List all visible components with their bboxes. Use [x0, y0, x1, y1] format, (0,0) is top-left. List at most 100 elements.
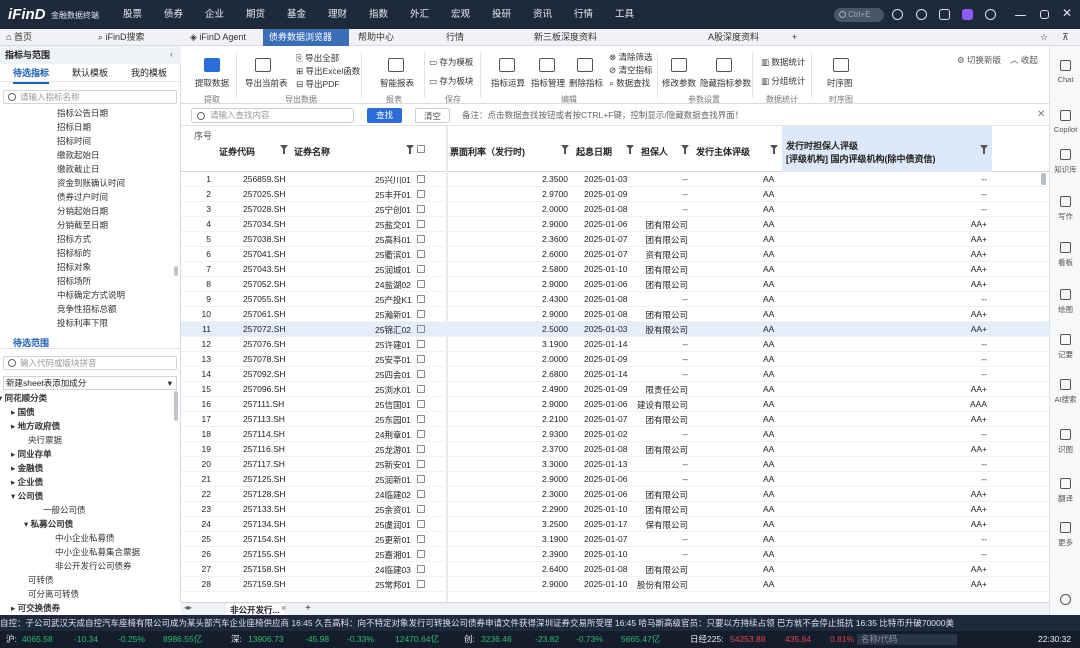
close-icon[interactable]: ✕ — [1062, 6, 1072, 20]
right-panel-item[interactable]: Chat — [1050, 60, 1080, 84]
indicator-item[interactable]: 招标日期 — [57, 121, 91, 133]
tree-item[interactable]: 中小企业私募债 — [55, 532, 115, 544]
highlight-column-header[interactable]: 发行时担保人评级 [评级机构] 国内评级机构(除中债资信) — [782, 126, 992, 172]
checkbox-icon[interactable] — [417, 400, 425, 408]
edit-params-button[interactable]: 修改参数 — [662, 77, 696, 89]
checkbox-icon[interactable] — [417, 520, 425, 528]
table-row[interactable]: 22 257128.SH 24临建02 2.3000 2025-01-06 团有限公司 AA… — [181, 487, 1049, 502]
indicator-item[interactable]: 中标确定方式说明 — [57, 289, 125, 301]
tree-item[interactable]: ▾ 同花顺分类 — [0, 392, 47, 404]
col-name-header[interactable]: 证券名称 — [294, 145, 330, 158]
range-title[interactable]: 待选范围 — [13, 336, 49, 349]
timeline-button[interactable]: 时序图 — [827, 77, 853, 89]
menu-item[interactable]: 宏观 — [440, 0, 481, 29]
find-button[interactable]: 查找 — [367, 108, 402, 123]
right-panel-item[interactable]: 看板 — [1050, 242, 1080, 268]
video-icon[interactable] — [962, 9, 973, 20]
menu-item[interactable]: 投研 — [481, 0, 522, 29]
grid-scrollbar[interactable] — [1041, 173, 1046, 185]
menu-item[interactable]: 外汇 — [399, 0, 440, 29]
global-search[interactable]: Ctrl+E — [834, 8, 884, 22]
export-sheet-button[interactable]: 导出当前表 — [245, 77, 288, 89]
collapse-icon[interactable]: ‹ — [170, 49, 173, 59]
table-row[interactable]: 17 257113.SH 25东园01 2.2100 2025-01-07 团有限公司 AA… — [181, 412, 1049, 427]
table-row[interactable]: 8 257052.SH 24盐湖02 2.9000 2025-01-06 团有限公司 AA A… — [181, 277, 1049, 292]
filter-icon[interactable] — [561, 145, 569, 154]
tree-item[interactable]: 央行票据 — [28, 434, 62, 446]
tab-quotes[interactable]: 行情 — [440, 29, 525, 46]
switch-icon[interactable] — [939, 9, 950, 20]
save-block-button[interactable]: ▭ 存为板块 — [429, 75, 473, 87]
table-row[interactable]: 7 257043.SH 25润城01 2.5800 2025-01-10 团有限公司 AA A… — [181, 262, 1049, 277]
indicator-search-input[interactable]: 请输入指标名称 — [3, 90, 177, 104]
cy-value[interactable]: 3236.46 — [481, 631, 512, 648]
checkbox-icon[interactable] — [417, 250, 425, 258]
tree-item[interactable]: ▸ 地方政府债 — [11, 420, 60, 432]
tree-toggle-icon[interactable]: ▾ — [24, 519, 31, 529]
checkbox-icon[interactable] — [417, 430, 425, 438]
table-row[interactable]: 24 257134.SH 25虞润01 3.2500 2025-01-17 保有限公司 AA… — [181, 517, 1049, 532]
indicator-item[interactable]: 招标场所 — [57, 275, 91, 287]
checkbox-icon[interactable] — [417, 175, 425, 183]
tree-item[interactable]: 可分离可转债 — [28, 588, 79, 600]
indicator-item[interactable]: 资金到账确认时间 — [57, 177, 125, 189]
export-excel-button[interactable]: ⊞ 导出Excel函数 — [296, 65, 360, 77]
fetch-data-button[interactable]: 提取数据 — [195, 77, 229, 89]
table-row[interactable]: 2 257025.SH 25丰开01 2.9700 2025-01-09 -- AA -- — [181, 187, 1049, 202]
tree-toggle-icon[interactable]: ▸ — [11, 463, 18, 473]
checkbox-icon[interactable] — [417, 220, 425, 228]
checkbox-icon[interactable] — [417, 190, 425, 198]
tab-default-template[interactable]: 默认模板 — [72, 64, 108, 82]
tree-item[interactable]: ▸ 金融债 — [11, 462, 43, 474]
tab-bond-browser[interactable]: 债券数据浏览器 — [263, 29, 349, 46]
table-row[interactable]: 5 257038.SH 25高科01 2.3600 2025-01-07 团有限公司 AA A… — [181, 232, 1049, 247]
table-row[interactable]: 6 257041.SH 25衢滨01 2.6000 2025-01-07 资有限公司 AA A… — [181, 247, 1049, 262]
table-row[interactable]: 27 257158.SH 24临建03 2.6400 2025-01-08 团有限公司 AA… — [181, 562, 1049, 577]
checkbox-icon[interactable] — [417, 460, 425, 468]
find-input[interactable]: 请输入查找内容 — [191, 108, 354, 123]
indicator-item[interactable]: 招标时间 — [57, 135, 91, 147]
save-template-button[interactable]: ▭ 存为模板 — [429, 56, 473, 68]
table-row[interactable]: 12 257076.SH 25许建01 3.1900 2025-01-14 -- AA -- — [181, 337, 1049, 352]
tab-ashare[interactable]: A股深度资料 — [702, 29, 787, 46]
checkbox-icon[interactable] — [417, 385, 425, 393]
tab-home[interactable]: ⌂ 首页 — [0, 29, 92, 46]
tree-toggle-icon[interactable]: ▾ — [11, 491, 18, 501]
table-row[interactable]: 20 257117.SH 25新安01 3.3000 2025-01-13 -- AA -- — [181, 457, 1049, 472]
table-row[interactable]: 19 257116.SH 25龙游01 2.3700 2025-01-08 团有限公司 AA… — [181, 442, 1049, 457]
nikkei-value[interactable]: 54253.88 — [730, 631, 765, 648]
clear-button[interactable]: 清空 — [415, 108, 450, 123]
tab-ifind-search[interactable]: ⌕ iFinD搜索 — [92, 29, 184, 46]
filter-icon[interactable] — [770, 145, 778, 154]
indicator-item[interactable]: 招标对象 — [57, 261, 91, 273]
table-row[interactable]: 4 257034.SH 25盐交01 2.9000 2025-01-06 团有限公司 AA A… — [181, 217, 1049, 232]
collapse-toolbar-button[interactable]: ︿ 收起 — [1010, 54, 1038, 66]
table-row[interactable]: 18 257114.SH 24荆章01 2.9300 2025-01-02 -- AA -- — [181, 427, 1049, 442]
tree-item[interactable]: ▸ 企业债 — [11, 476, 43, 488]
right-panel-item[interactable]: Copilot — [1050, 110, 1080, 134]
tab-ifind-agent[interactable]: ◈ iFinD Agent — [184, 29, 263, 46]
tab-pending-indicators[interactable]: 待选指标 — [13, 64, 50, 84]
tab-my-template[interactable]: 我的模板 — [131, 64, 167, 82]
checkbox-icon[interactable] — [417, 145, 425, 153]
add-sheet-button[interactable]: + — [305, 603, 311, 614]
checkbox-icon[interactable] — [417, 310, 425, 318]
indicator-item[interactable]: 债券过户时间 — [57, 191, 108, 203]
clear-filter-button[interactable]: ⊗ 清除筛选 — [609, 51, 653, 63]
filter-icon[interactable] — [681, 145, 689, 154]
col-code-header[interactable]: 证券代码 — [219, 145, 255, 158]
checkbox-icon[interactable] — [417, 295, 425, 303]
checkbox-icon[interactable] — [417, 445, 425, 453]
table-row[interactable]: 1 256859.SH 25兴川01 2.3500 2025-01-03 -- AA -- — [181, 172, 1049, 187]
indicator-item[interactable]: 分销截至日期 — [57, 219, 108, 231]
filter-icon[interactable] — [280, 145, 288, 154]
indicator-item[interactable]: 竞争性招标总额 — [57, 303, 117, 315]
hide-params-button[interactable]: 隐藏指标参数 — [700, 77, 751, 89]
menu-item[interactable]: 期货 — [235, 0, 276, 29]
sh-value[interactable]: 4065.58 — [22, 631, 53, 648]
indicator-item[interactable]: 招标标的 — [57, 247, 91, 259]
range-search-input[interactable]: 输入代码或版块拼音 — [3, 356, 177, 370]
tree-toggle-icon[interactable]: ▸ — [11, 477, 18, 487]
indicator-item[interactable]: 指标公告日期 — [57, 107, 108, 119]
indicator-manage-button[interactable]: 指标管理 — [531, 77, 565, 89]
